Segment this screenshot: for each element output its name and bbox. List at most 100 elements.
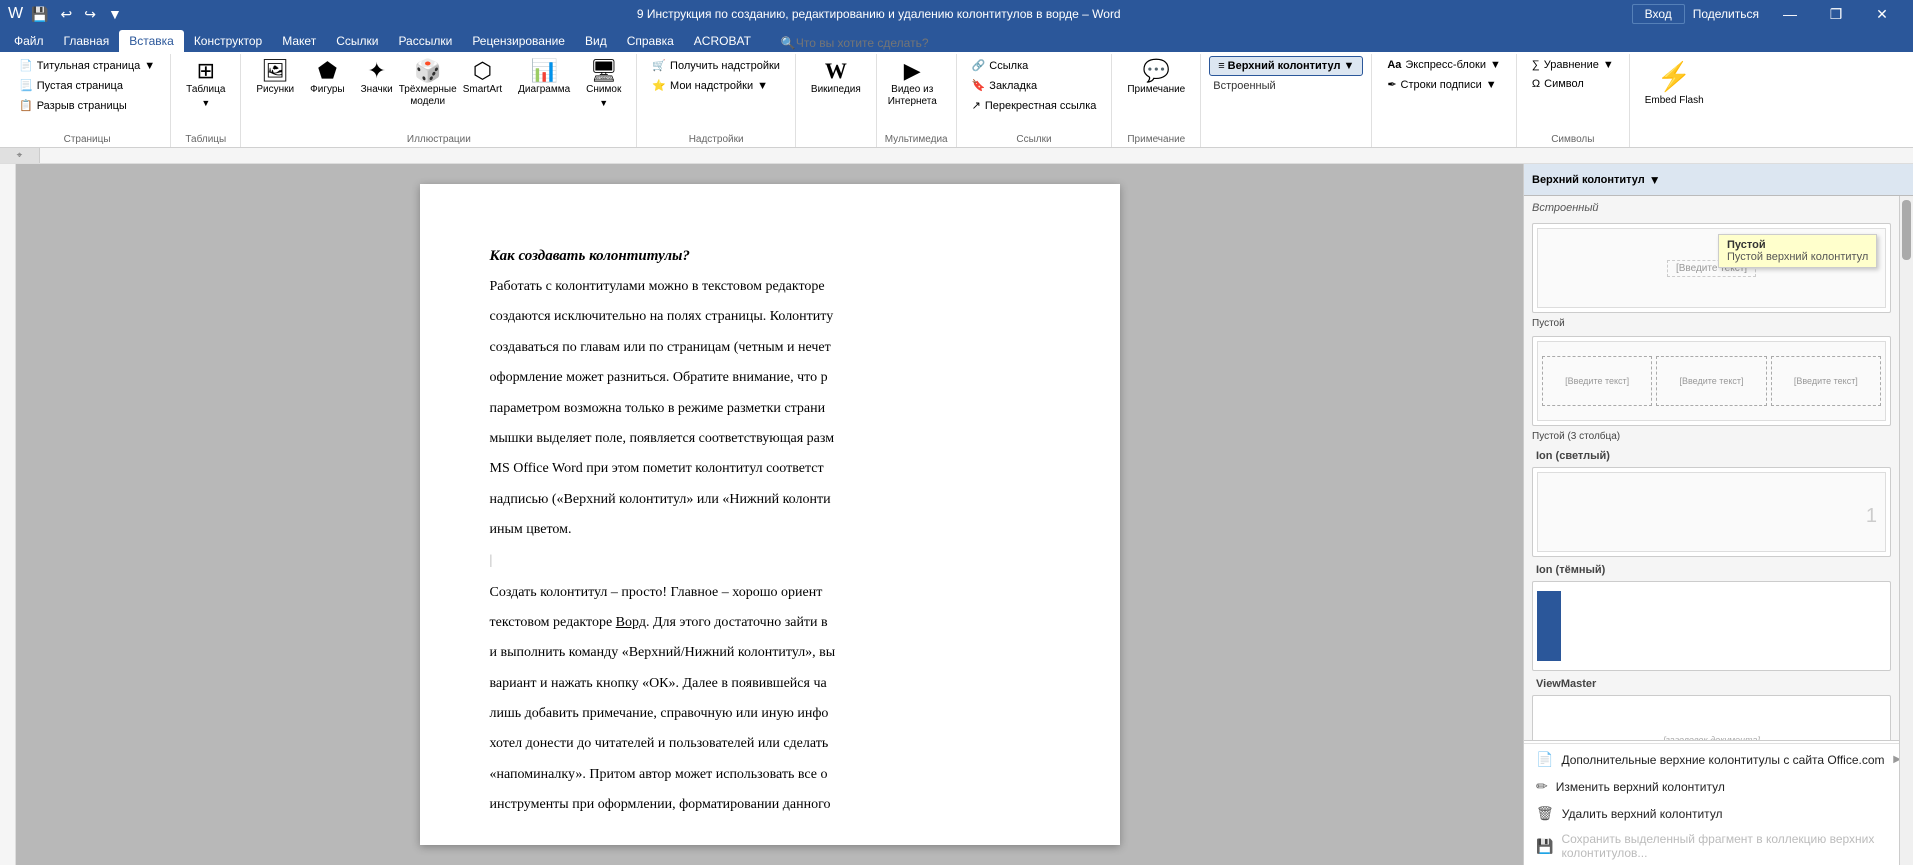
screenshot-button[interactable]: 🖥 Снимок ▼: [579, 56, 628, 112]
gallery-dropdown-arrow[interactable]: ▼: [1649, 173, 1661, 187]
gallery-label-pustoy: Пустой: [1528, 316, 1895, 333]
gallery-item-ion-light[interactable]: 1: [1532, 467, 1891, 557]
cross-ref-button[interactable]: ↗ Перекрестная ссылка: [965, 96, 1104, 115]
shapes-button[interactable]: ⬟ Фигуры: [303, 56, 351, 100]
bookmark-button[interactable]: 🔖 Закладка: [965, 76, 1104, 95]
tab-insert[interactable]: Вставка: [119, 30, 184, 52]
gallery-tooltip: Пустой Пустой верхний колонтитул: [1718, 234, 1877, 268]
window-controls: — ❐ ✕: [1767, 0, 1905, 28]
login-button[interactable]: Вход: [1632, 4, 1685, 24]
symbol-button[interactable]: Ω Символ: [1525, 75, 1621, 93]
tab-home[interactable]: Главная: [54, 30, 120, 52]
delete-header-icon: 🗑: [1536, 805, 1554, 822]
comment-button[interactable]: 💬 Примечание: [1120, 56, 1192, 100]
ribbon-group-embed-flash: ⚡ Embed Flash: [1630, 54, 1719, 147]
ion-dark-accent: [1537, 591, 1561, 661]
gallery-item-ion-dark[interactable]: [1532, 581, 1891, 671]
paragraph-14: лишь добавить примечание, справочную или…: [490, 703, 1050, 725]
title-page-button[interactable]: 📄 Титульная страница ▼: [12, 56, 162, 75]
gallery-scroll[interactable]: Пустой Пустой верхний колонтитул [Введит…: [1524, 216, 1913, 740]
delete-header-menu-item[interactable]: 🗑 Удалить верхний колонтитул: [1524, 800, 1913, 827]
embed-flash-icon: ⚡: [1657, 60, 1692, 93]
diagram-button[interactable]: 📊 Диаграмма: [511, 56, 577, 100]
redo-button[interactable]: ↪: [80, 4, 100, 25]
table-button[interactable]: ⊞ Таблица ▼: [179, 56, 232, 112]
word-icon: W: [8, 5, 23, 23]
more-headers-menu-item[interactable]: 📄 Дополнительные верхние колонтитулы с с…: [1524, 746, 1913, 773]
smartart-button[interactable]: ⬡ SmartArt: [456, 56, 509, 100]
gallery-header: Верхний колонтитул ▼: [1524, 164, 1913, 196]
search-icon: 🔍: [781, 36, 796, 50]
gallery-item-pustoy[interactable]: Пустой Пустой верхний колонтитул [Введит…: [1532, 223, 1891, 313]
ribbon: 📄 Титульная страница ▼ 📃 Пустая страница…: [0, 52, 1913, 148]
gallery-scrollbar[interactable]: [1899, 196, 1913, 865]
search-input[interactable]: [796, 36, 976, 50]
page-break-icon: 📋: [19, 99, 33, 112]
paragraph-17: инструменты при оформлении, форматирован…: [490, 794, 1050, 816]
wikipedia-button[interactable]: W Википедия: [804, 56, 868, 100]
equation-icon: ∑: [1532, 59, 1540, 71]
tab-file[interactable]: Файл: [4, 30, 54, 52]
express-blocks-button[interactable]: Aa Экспресс-блоки ▼: [1380, 56, 1508, 74]
gallery-label-pustoy-3col: Пустой (3 столбца): [1528, 429, 1895, 446]
gallery-item-viewmaster[interactable]: [заголовок документа]: [1532, 695, 1891, 740]
dropdown-arrow: ▼: [1603, 59, 1614, 71]
equation-button[interactable]: ∑ Уравнение ▼: [1525, 56, 1621, 74]
restore-button[interactable]: ❐: [1813, 0, 1859, 28]
document-page: Как создавать колонтитулы? Работать с ко…: [420, 184, 1120, 845]
hyperlink-button[interactable]: 🔗 Ссылка: [965, 56, 1104, 75]
ribbon-group-text: Aa Экспресс-блоки ▼ ✒ Строки подписи ▼: [1372, 54, 1517, 147]
blank-page-button[interactable]: 📃 Пустая страница: [12, 76, 162, 95]
gallery-scrollbar-thumb[interactable]: [1902, 200, 1911, 260]
tab-constructor[interactable]: Конструктор: [184, 30, 272, 52]
signature-lines-icon: ✒: [1387, 78, 1396, 91]
close-button[interactable]: ✕: [1859, 0, 1905, 28]
paragraph-11: текстовом редакторе Ворд. Для этого дост…: [490, 612, 1050, 634]
table-icon: ⊞: [197, 60, 215, 82]
title-bar: W 💾 ↩ ↪ ▼ 9 Инструкция по созданию, реда…: [0, 0, 1913, 28]
document-scroll[interactable]: Как создавать колонтитулы? Работать с ко…: [16, 164, 1523, 865]
share-button[interactable]: Поделиться: [1693, 7, 1759, 21]
tab-layout[interactable]: Макет: [272, 30, 326, 52]
gallery-section-ion-light: Ion (светлый): [1528, 446, 1895, 464]
embed-flash-button[interactable]: ⚡ Embed Flash: [1638, 56, 1711, 110]
paragraph-6: мышки выделяет поле, появляется соответс…: [490, 428, 1050, 450]
blank-page-icon: 📃: [19, 79, 33, 92]
3d-models-button[interactable]: 🎲 Трёхмерные модели: [402, 56, 454, 112]
paragraph-13: вариант и нажать кнопку «ОК». Далее в по…: [490, 673, 1050, 695]
tab-references[interactable]: Ссылки: [326, 30, 388, 52]
save-header-menu-item: 💾 Сохранить выделенный фрагмент в коллек…: [1524, 827, 1913, 865]
tab-help[interactable]: Справка: [617, 30, 684, 52]
undo-button[interactable]: ↩: [57, 4, 77, 25]
paragraph-2: создаются исключительно на полях страниц…: [490, 306, 1050, 328]
paragraph-10: Создать колонтитул – просто! Главное – х…: [490, 582, 1050, 604]
screenshot-icon: 🖥: [590, 60, 618, 82]
diagram-icon: 📊: [530, 60, 557, 82]
signature-lines-button[interactable]: ✒ Строки подписи ▼: [1380, 75, 1508, 94]
quick-access-toolbar: W 💾 ↩ ↪ ▼: [8, 4, 126, 25]
gallery-item-pustoy-3col[interactable]: [Введите текст] [Введите текст] [Введите…: [1532, 336, 1891, 426]
my-addins-button[interactable]: ⭐ Мои надстройки ▼: [645, 76, 787, 95]
edit-header-menu-item[interactable]: ✏ Изменить верхний колонтитул: [1524, 773, 1913, 800]
smartart-icon: ⬡: [473, 60, 492, 82]
page-break-button[interactable]: 📋 Разрыв страницы: [12, 96, 162, 115]
cross-ref-icon: ↗: [972, 99, 981, 112]
ruler-corner: ⌖: [0, 148, 40, 163]
get-addins-button[interactable]: 🛒 Получить надстройки: [645, 56, 787, 75]
pictures-button[interactable]: 🖼 Рисунки: [249, 56, 301, 100]
customize-qat-button[interactable]: ▼: [104, 4, 126, 24]
save-button[interactable]: 💾: [27, 4, 52, 25]
tab-view[interactable]: Вид: [575, 30, 617, 52]
video-icon: ▶: [904, 60, 921, 82]
more-headers-icon: 📄: [1536, 751, 1553, 768]
underlined-word: Ворд: [616, 615, 646, 630]
tab-review[interactable]: Рецензирование: [462, 30, 575, 52]
express-blocks-icon: Aa: [1387, 59, 1401, 71]
header-dropdown-button[interactable]: ≡ Верхний колонтитул ▼: [1209, 56, 1363, 76]
minimize-button[interactable]: —: [1767, 0, 1813, 28]
tab-mailings[interactable]: Рассылки: [388, 30, 462, 52]
viewmaster-text: [заголовок документа]: [1663, 735, 1760, 740]
video-button[interactable]: ▶ Видео из Интернета: [885, 56, 940, 112]
tab-acrobat[interactable]: ACROBAT: [684, 30, 761, 52]
icons-button[interactable]: ✦ Значки: [354, 56, 400, 100]
